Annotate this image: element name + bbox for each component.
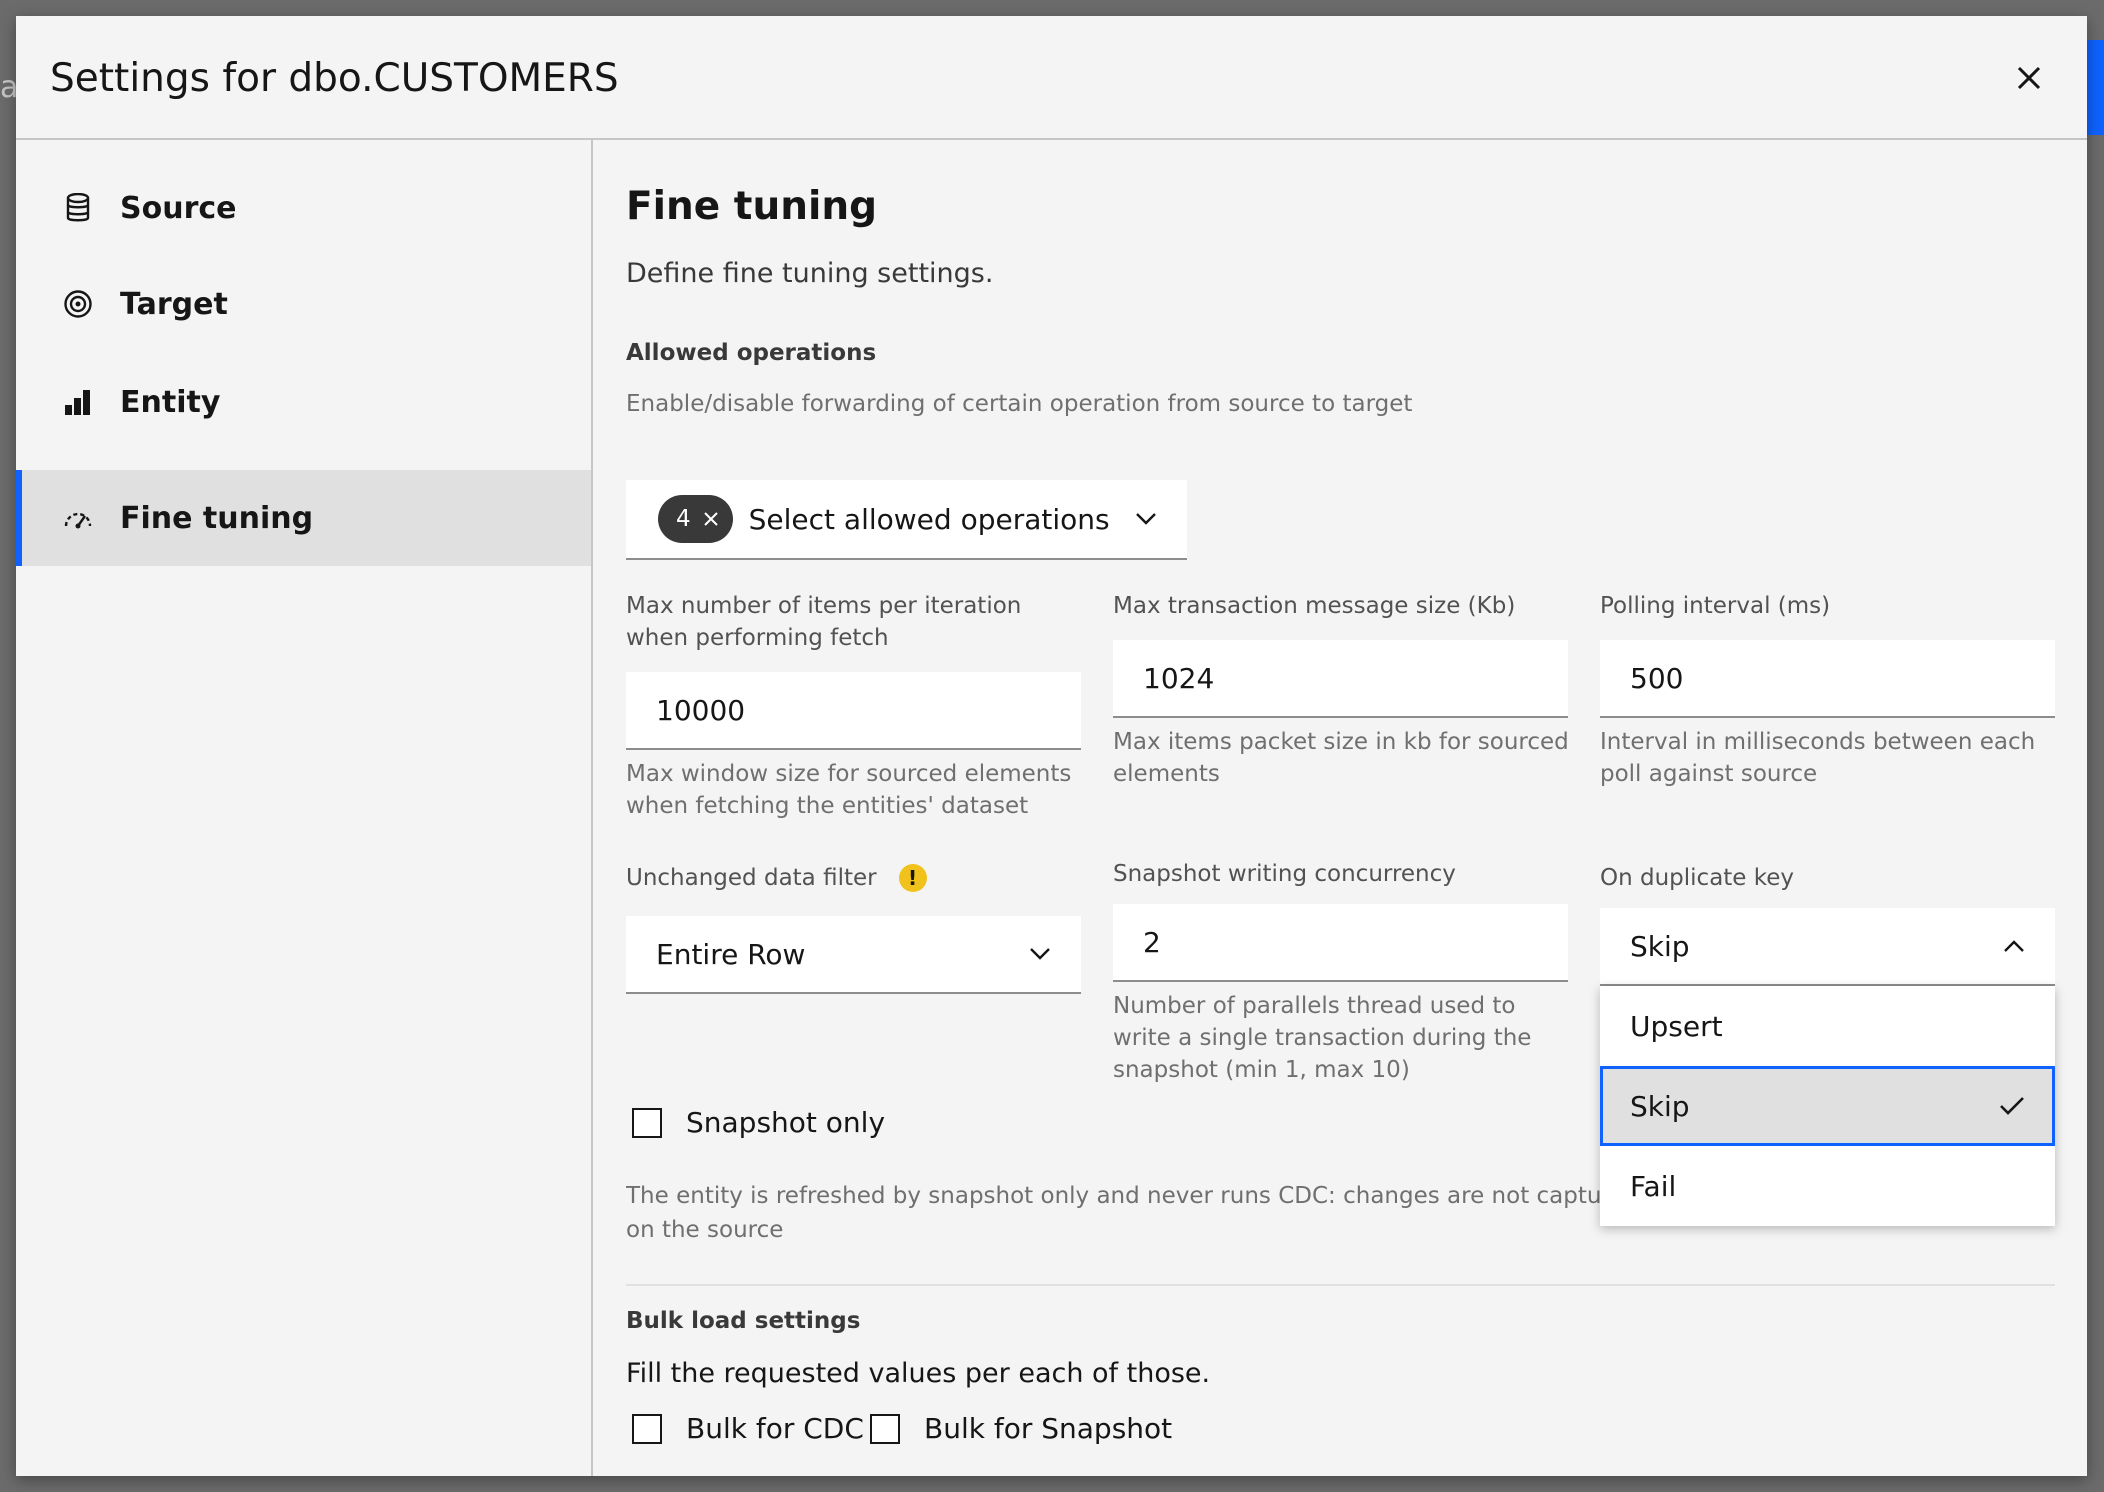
unchanged-filter-label: Unchanged data filter bbox=[626, 865, 877, 891]
snapshot-only-checkbox[interactable] bbox=[632, 1107, 662, 1138]
sidebar-item-label: Entity bbox=[120, 384, 221, 420]
sidebar-item-source[interactable]: Source bbox=[16, 160, 591, 256]
bulk-snapshot-row: Bulk for Snapshot bbox=[870, 1412, 1172, 1445]
warning-icon[interactable]: ! bbox=[898, 864, 927, 892]
bulk-snapshot-label: Bulk for Snapshot bbox=[924, 1412, 1173, 1445]
chevron-up-icon bbox=[2004, 940, 2024, 952]
snapshot-only-helper-line2: on the source bbox=[626, 1217, 784, 1243]
bulk-snapshot-checkbox[interactable] bbox=[870, 1413, 900, 1444]
snapshot-only-helper-line1: The entity is refreshed by snapshot only… bbox=[626, 1183, 1636, 1209]
allowed-operations-multiselect[interactable]: 4 Select allowed operations bbox=[626, 480, 1187, 560]
allowed-operations-helper: Enable/disable forwarding of certain ope… bbox=[626, 391, 1413, 417]
page-description: Define fine tuning settings. bbox=[626, 258, 994, 289]
bar-chart-icon bbox=[62, 386, 94, 418]
close-icon bbox=[2017, 66, 2041, 90]
option-label: Skip bbox=[1630, 1089, 1690, 1123]
sidebar-item-target[interactable]: Target bbox=[16, 256, 591, 352]
settings-modal: Settings for dbo.CUSTOMERS Source Target… bbox=[16, 16, 2087, 1476]
modal-header: Settings for dbo.CUSTOMERS bbox=[16, 16, 2087, 140]
selected-count-tag[interactable]: 4 bbox=[658, 495, 733, 543]
option-upsert[interactable]: Upsert bbox=[1600, 986, 2055, 1066]
sidebar: Source Target Entity Fine tuning bbox=[16, 140, 593, 1476]
option-skip[interactable]: Skip bbox=[1600, 1066, 2055, 1146]
max-items-label: Max number of items per iteration when p… bbox=[626, 593, 1022, 651]
snapshot-concurrency-label: Snapshot writing concurrency bbox=[1113, 861, 1456, 887]
allowed-operations-label: Allowed operations bbox=[626, 340, 877, 366]
option-fail[interactable]: Fail bbox=[1600, 1146, 2055, 1226]
polling-interval-input[interactable]: 500 bbox=[1600, 640, 2055, 718]
bulk-settings-label: Bulk load settings bbox=[626, 1308, 861, 1334]
bulk-settings-description: Fill the requested values per each of th… bbox=[626, 1358, 1211, 1389]
on-duplicate-key-menu: Upsert Skip Fail bbox=[1600, 986, 2055, 1226]
option-label: Fail bbox=[1630, 1169, 1677, 1203]
polling-interval-label: Polling interval (ms) bbox=[1600, 593, 1831, 619]
on-duplicate-key-label: On duplicate key bbox=[1600, 865, 1795, 891]
dashboard-gauge-icon bbox=[62, 502, 94, 534]
max-tx-size-label: Max transaction message size (Kb) bbox=[1113, 593, 1516, 619]
sidebar-item-label: Fine tuning bbox=[120, 500, 314, 536]
max-tx-size-input[interactable]: 1024 bbox=[1113, 640, 1568, 718]
snapshot-concurrency-helper: Number of parallels thread used to write… bbox=[1113, 993, 1532, 1083]
chevron-down-icon bbox=[1136, 513, 1156, 525]
snapshot-only-label: Snapshot only bbox=[686, 1106, 886, 1139]
sidebar-item-label: Target bbox=[120, 286, 228, 322]
main-content: Fine tuning Define fine tuning settings.… bbox=[595, 140, 2087, 1476]
multiselect-placeholder: Select allowed operations bbox=[748, 502, 1110, 536]
bulk-cdc-row: Bulk for CDC bbox=[632, 1412, 864, 1445]
bulk-cdc-label: Bulk for CDC bbox=[686, 1412, 864, 1445]
unchanged-filter-select[interactable]: Entire Row bbox=[626, 916, 1081, 994]
page-title: Fine tuning bbox=[626, 184, 878, 229]
database-icon bbox=[62, 192, 94, 224]
bulk-cdc-checkbox[interactable] bbox=[632, 1413, 662, 1444]
selected-count: 4 bbox=[676, 506, 691, 532]
sidebar-item-entity[interactable]: Entity bbox=[16, 354, 591, 450]
modal-title: Settings for dbo.CUSTOMERS bbox=[50, 56, 619, 101]
polling-interval-helper: Interval in milliseconds between each po… bbox=[1600, 729, 2036, 787]
sidebar-item-label: Source bbox=[120, 190, 237, 226]
sidebar-item-fine-tuning[interactable]: Fine tuning bbox=[16, 470, 591, 566]
max-items-helper: Max window size for sourced elements whe… bbox=[626, 761, 1072, 819]
snapshot-only-row: Snapshot only bbox=[632, 1106, 885, 1139]
on-duplicate-key-value: Skip bbox=[1630, 929, 1690, 963]
chevron-down-icon bbox=[1030, 948, 1050, 960]
unchanged-filter-value: Entire Row bbox=[656, 937, 806, 971]
option-label: Upsert bbox=[1630, 1009, 1723, 1043]
unchanged-filter-label-row: Unchanged data filter ! bbox=[626, 862, 927, 894]
max-tx-size-helper: Max items packet size in kb for sourced … bbox=[1113, 729, 1569, 787]
close-button[interactable] bbox=[1999, 48, 2059, 108]
section-divider bbox=[626, 1284, 2055, 1286]
target-icon bbox=[62, 288, 94, 320]
checkmark-icon bbox=[2000, 1097, 2024, 1115]
on-duplicate-key-select[interactable]: Skip bbox=[1600, 908, 2055, 986]
clear-selection-icon[interactable] bbox=[703, 511, 719, 527]
max-items-input[interactable]: 10000 bbox=[626, 672, 1081, 750]
snapshot-concurrency-input[interactable]: 2 bbox=[1113, 904, 1568, 982]
